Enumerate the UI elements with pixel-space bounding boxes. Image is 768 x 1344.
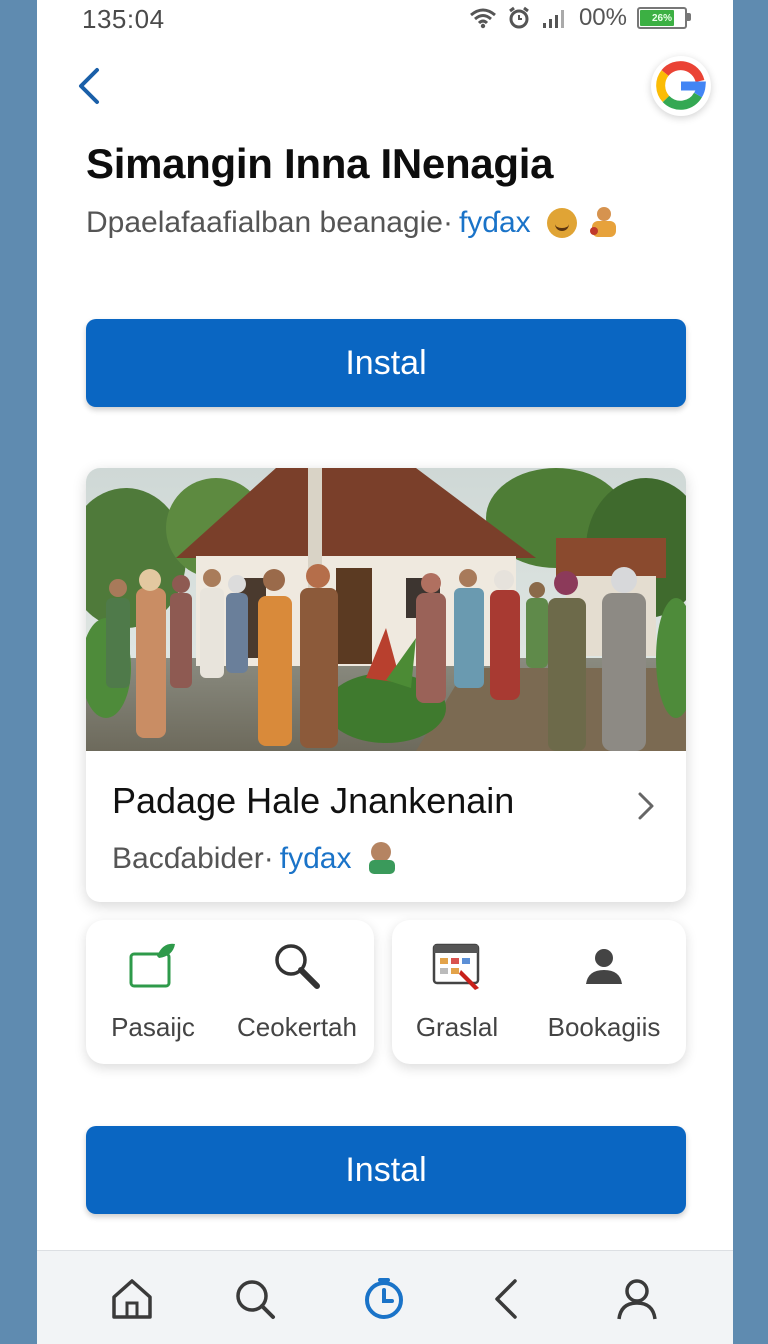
clock-icon[interactable] bbox=[362, 1277, 406, 1321]
tile-label: Pasaijc bbox=[111, 1012, 195, 1042]
card-meta: Bacɗabider· fyɗax bbox=[112, 842, 397, 876]
magnifier-icon bbox=[275, 944, 320, 989]
person-emoji-icon bbox=[589, 207, 619, 239]
card-title: Padage Hale Jnankenain bbox=[112, 780, 515, 821]
subtitle-link[interactable]: fyɗax bbox=[459, 206, 531, 240]
tile-label: Bookagiis bbox=[547, 1012, 661, 1042]
alarm-icon bbox=[509, 6, 529, 29]
status-bar: 135:04 00% 26% bbox=[37, 0, 733, 36]
search-icon[interactable] bbox=[233, 1277, 277, 1321]
tile-bookagiis[interactable]: Bookagiis bbox=[522, 920, 686, 1064]
quick-actions-group-2: Graslal Bookagiis bbox=[392, 920, 686, 1064]
tile-label: Graslal bbox=[415, 1012, 499, 1042]
page-subtitle: Dpaelafaafialban beanagie· fyɗax bbox=[86, 206, 619, 240]
back-icon[interactable] bbox=[485, 1277, 529, 1321]
phone-screen: 135:04 00% 26% Simangin Inna INenagia Dp… bbox=[37, 0, 733, 1344]
village-photo bbox=[86, 468, 686, 751]
subtitle-text: Dpaelafaafialban beanagie· bbox=[86, 206, 453, 239]
back-arrow-icon[interactable] bbox=[71, 66, 111, 106]
person-icon bbox=[586, 949, 622, 984]
battery-icon-text: 26% bbox=[651, 12, 672, 24]
battery-percent: 00% bbox=[578, 4, 627, 31]
chevron-right-icon[interactable] bbox=[634, 790, 658, 822]
tile-graslal[interactable]: Graslal bbox=[392, 920, 522, 1064]
battery-icon: 26% bbox=[637, 7, 691, 29]
bottom-navigation bbox=[37, 1250, 733, 1344]
tile-pasaijc[interactable]: Pasaijc bbox=[86, 920, 220, 1064]
status-icons: 00% 26% bbox=[469, 4, 691, 32]
featured-card[interactable]: Padage Hale Jnankenain Bacɗabider· fyɗax bbox=[86, 468, 686, 902]
tile-ceokertah[interactable]: Ceokertah bbox=[220, 920, 374, 1064]
home-icon[interactable] bbox=[110, 1277, 154, 1321]
google-g-icon bbox=[656, 61, 706, 110]
tile-label: Ceokertah bbox=[237, 1012, 357, 1042]
signal-icon bbox=[542, 10, 564, 28]
quick-actions-group-1: Pasaijc Ceokertah bbox=[86, 920, 374, 1064]
card-meta-link[interactable]: fyɗax bbox=[280, 842, 352, 876]
wifi-icon bbox=[469, 8, 496, 29]
card-meta-text: Bacɗabider· bbox=[112, 842, 274, 875]
smile-emoji-icon bbox=[546, 208, 577, 238]
quick-actions: Pasaijc Ceokertah Graslal Bookagiis bbox=[86, 920, 686, 1066]
install-button-top[interactable]: Instal bbox=[86, 319, 686, 407]
calendar-pen-icon bbox=[432, 943, 480, 990]
profile-icon[interactable] bbox=[615, 1277, 659, 1321]
install-button-bottom[interactable]: Instal bbox=[86, 1126, 686, 1214]
page-title: Simangin Inna INenagia bbox=[86, 140, 554, 187]
folder-leaf-icon bbox=[129, 943, 175, 988]
status-time: 135:04 bbox=[82, 4, 165, 34]
person-emoji-icon bbox=[365, 842, 397, 876]
google-logo[interactable] bbox=[651, 56, 711, 116]
